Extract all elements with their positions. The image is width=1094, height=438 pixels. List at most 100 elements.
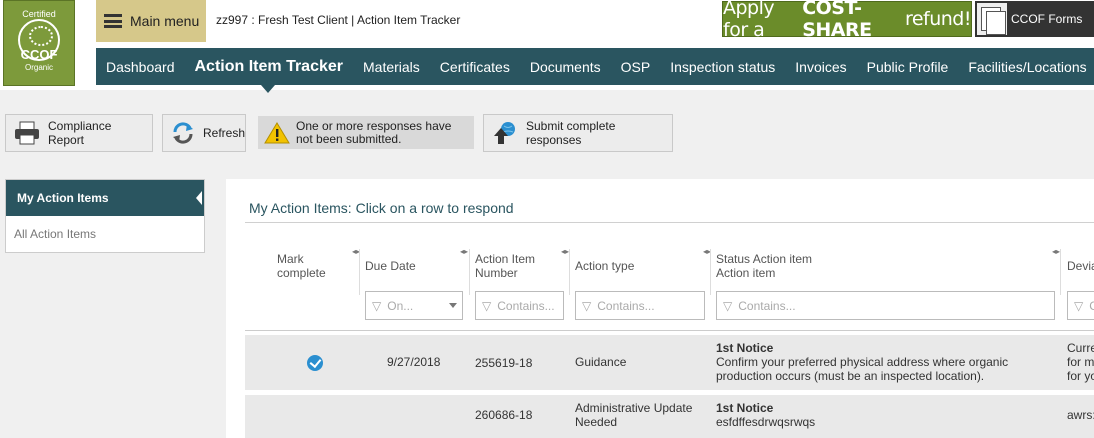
- unsubmitted-warning: One or more responses have not been subm…: [258, 116, 474, 149]
- column-divider: [359, 249, 360, 295]
- warning-icon: [264, 121, 290, 143]
- ccof-logo[interactable]: Certified CCOF Organic: [3, 0, 75, 86]
- nav-certificates[interactable]: Certificates: [430, 59, 520, 75]
- refresh-button[interactable]: Refresh: [162, 114, 246, 152]
- panel-title: My Action Items: Click on a row to respo…: [249, 200, 514, 216]
- forms-label: CCOF Forms: [1011, 12, 1083, 26]
- col-header-line: Status Action item: [716, 252, 813, 266]
- notice-label: 1st Notice: [716, 401, 774, 415]
- warning-line-1: One or more responses have: [296, 118, 452, 133]
- nav-materials[interactable]: Materials: [353, 59, 430, 75]
- nav-osp[interactable]: OSP: [611, 59, 661, 75]
- main-menu-label: Main menu: [130, 13, 200, 29]
- banner-suffix: refund!: [904, 8, 972, 30]
- nav-documents[interactable]: Documents: [520, 59, 611, 75]
- divider: [245, 222, 1094, 223]
- filter-icon: ▽: [582, 298, 592, 313]
- col-header-deviation[interactable]: Devia: [1067, 259, 1094, 273]
- filter-icon: ▽: [372, 298, 382, 313]
- col-header-mark-complete[interactable]: Mark complete: [277, 252, 326, 280]
- col-header-action-type[interactable]: Action type: [575, 259, 634, 273]
- action-items-panel: My Action Items: Click on a row to respo…: [226, 179, 1094, 438]
- column-resize-icon[interactable]: ◂▸: [561, 247, 569, 256]
- breadcrumb: zz997 : Fresh Test Client | Action Item …: [216, 13, 461, 27]
- col-header-line: Devia: [1067, 259, 1094, 273]
- filter-placeholder: Contains...: [597, 298, 655, 313]
- refresh-icon: [173, 122, 193, 144]
- chevron-down-icon[interactable]: [449, 303, 457, 308]
- deviation-filter[interactable]: ▽ C: [1067, 291, 1094, 320]
- status-filter[interactable]: ▽ Contains...: [716, 291, 1055, 320]
- banner-prefix: Apply for a: [723, 0, 775, 41]
- type-line: Administrative Update: [575, 401, 693, 415]
- column-resize-icon[interactable]: ◂▸: [460, 247, 468, 256]
- submit-line-2: responses: [526, 133, 582, 147]
- refresh-label: Refresh: [203, 126, 246, 140]
- description-line: esfdffesdrwqsrwqs: [716, 415, 816, 429]
- deviation-line: Curre: [1067, 341, 1094, 355]
- deviation-line: for yo: [1067, 369, 1094, 383]
- column-divider: [469, 249, 470, 295]
- deviation-line: for m: [1067, 355, 1094, 369]
- description-line: production occurs (must be an inspected …: [716, 369, 985, 383]
- filter-placeholder: C: [1089, 298, 1094, 313]
- col-header-line: Number: [475, 266, 518, 280]
- column-divider: [569, 249, 570, 295]
- filter-icon: ▽: [482, 298, 492, 313]
- table-row[interactable]: 260686-18 Administrative Update Needed 1…: [245, 395, 1094, 438]
- header-divider: [245, 330, 1094, 331]
- main-nav: Dashboard Action Item Tracker Materials …: [96, 48, 1094, 85]
- notice-label: 1st Notice: [716, 341, 774, 355]
- warning-line-2: not been submitted.: [296, 131, 402, 146]
- nav-inspection-status[interactable]: Inspection status: [660, 59, 785, 75]
- submit-responses-button[interactable]: Submit complete responses: [483, 114, 673, 152]
- filter-icon: ▽: [1074, 298, 1084, 313]
- number-filter[interactable]: ▽ Contains...: [475, 291, 564, 320]
- number-cell: 260686-18: [475, 408, 533, 422]
- sidebar-item-all-action-items[interactable]: All Action Items: [6, 216, 204, 252]
- col-header-due-date[interactable]: Due Date: [365, 259, 416, 273]
- due-date-cell: 9/27/2018: [387, 355, 441, 369]
- compliance-report-button[interactable]: Compliance Report: [5, 114, 153, 152]
- type-cell: Administrative Update Needed: [575, 401, 692, 429]
- main-menu-button[interactable]: Main menu: [96, 0, 206, 42]
- type-line: Needed: [575, 415, 618, 429]
- active-nav-caret-icon: [261, 85, 275, 93]
- description-line: Confirm your preferred physical address …: [716, 355, 1009, 369]
- filter-placeholder: On...: [387, 298, 414, 313]
- nav-invoices[interactable]: Invoices: [785, 59, 856, 75]
- deviation-cell: Curre for m for yo: [1067, 341, 1094, 383]
- nav-facilities-locations[interactable]: Facilities/Locations: [958, 59, 1094, 75]
- col-header-line: Mark: [277, 252, 304, 266]
- filter-placeholder: Contains...: [738, 298, 796, 313]
- printer-icon: [15, 121, 39, 145]
- logo-organic-text: Organic: [24, 63, 53, 72]
- sidebar-item-my-action-items[interactable]: My Action Items: [6, 180, 204, 216]
- col-header-line: Action type: [575, 259, 635, 273]
- filter-placeholder: Contains...: [497, 298, 555, 313]
- col-header-line: complete: [277, 266, 326, 280]
- col-header-status[interactable]: Status Action item Action item: [716, 252, 812, 280]
- logo-certified-text: Certified: [22, 9, 56, 19]
- ccof-forms-button[interactable]: CCOF Forms: [975, 1, 1094, 37]
- type-filter[interactable]: ▽ Contains...: [575, 291, 705, 320]
- complete-check-icon[interactable]: [307, 355, 323, 371]
- nav-public-profile[interactable]: Public Profile: [857, 59, 959, 75]
- type-cell: Guidance: [575, 355, 627, 369]
- nav-action-item-tracker[interactable]: Action Item Tracker: [185, 58, 354, 76]
- col-header-line: Action item: [716, 266, 776, 280]
- banner-bold: COST-SHARE: [802, 0, 872, 41]
- col-header-action-item-number[interactable]: Action Item Number: [475, 252, 535, 280]
- column-divider: [710, 249, 711, 295]
- cost-share-banner[interactable]: Apply for a COST-SHARE refund!: [722, 0, 972, 41]
- submit-line-1: Submit complete: [526, 119, 616, 133]
- column-resize-icon[interactable]: ◂▸: [1052, 247, 1060, 256]
- table-row[interactable]: 9/27/2018 255619-18 Guidance 1st Notice …: [245, 335, 1094, 390]
- status-cell: 1st Notice Confirm your preferred physic…: [716, 341, 1008, 383]
- nav-dashboard[interactable]: Dashboard: [96, 59, 185, 75]
- sidebar: My Action Items All Action Items: [5, 179, 205, 253]
- compliance-report-label: Compliance Report: [48, 119, 112, 147]
- logo-ccof-text: CCOF: [20, 47, 58, 62]
- col-header-line: Action Item: [475, 252, 536, 266]
- due-date-filter[interactable]: ▽ On...: [365, 291, 463, 320]
